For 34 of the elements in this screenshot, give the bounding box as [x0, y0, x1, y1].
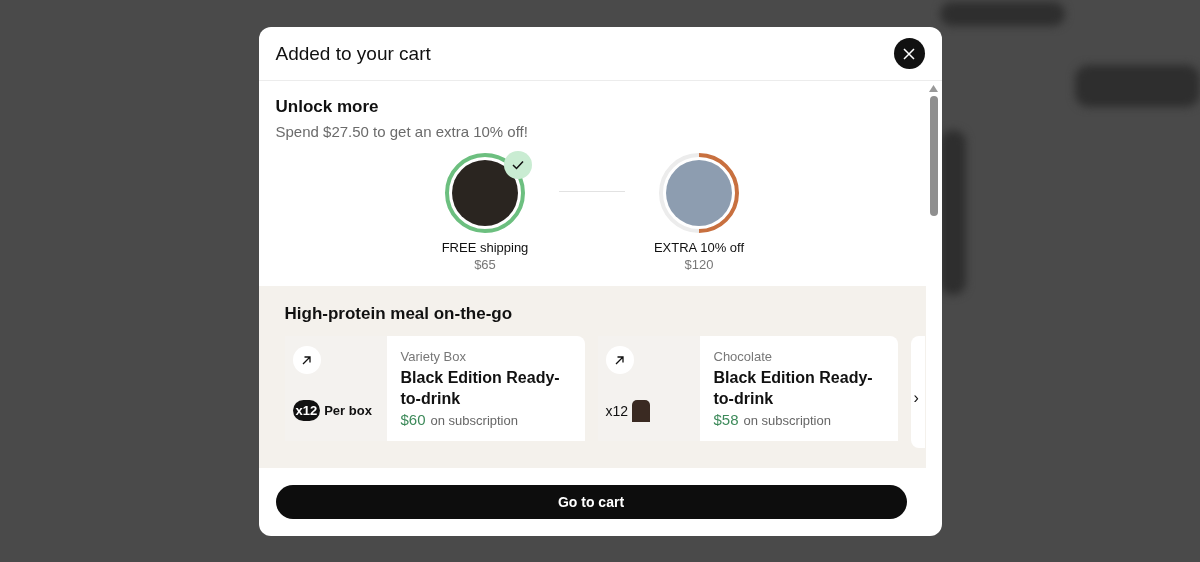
photo-placeholder [666, 160, 732, 226]
product-card[interactable]: x12 Per box Variety Box Black Edition Ready-to-drink $60 on subscription [284, 336, 585, 441]
bottle-drawing [632, 400, 651, 422]
milestone-label: EXTRA 10% off [653, 240, 745, 255]
section-title: Unlock more [275, 97, 380, 117]
price-note: on subscription [430, 413, 518, 428]
arrow-icon [301, 354, 312, 366]
close-icon [903, 47, 915, 60]
product-name: Black Edition Ready-to-drink [713, 368, 874, 409]
photo-placeholder [452, 160, 518, 226]
open-link-button[interactable] [292, 346, 321, 374]
arrow-icon [614, 354, 625, 366]
milestone-amount: $120 [684, 257, 714, 272]
product-price: $58 [713, 411, 739, 428]
product-price: $60 [400, 411, 426, 428]
product-name: Black Edition Ready-to-drink [400, 368, 561, 409]
scroll-up-icon[interactable] [929, 85, 938, 92]
close-button[interactable] [893, 38, 925, 69]
price-note: on subscription [743, 413, 831, 428]
milestone-amount: $65 [474, 257, 496, 272]
badge-note: Per box [324, 403, 372, 418]
next-button[interactable]: › [913, 389, 919, 407]
go-to-cart-button[interactable]: Go to cart [275, 485, 907, 519]
quantity-badge: x12 [292, 400, 321, 421]
milestone-label: FREE shipping [441, 240, 529, 255]
dialog-title: Added to your cart [275, 42, 431, 65]
product-variant: Variety Box [400, 349, 467, 364]
product-card[interactable]: x12 Chocolate Black Edition Ready-to-drink $58 on subscription [597, 336, 898, 441]
section-title: High-protein meal on-the-go [284, 304, 514, 324]
product-variant: Chocolate [713, 349, 774, 364]
scrollbar-thumb[interactable] [929, 96, 938, 216]
open-link-button[interactable] [605, 346, 634, 374]
quantity-label: x12 [605, 403, 629, 419]
unlock-message: Spend $27.50 to get an extra 10% off! [275, 123, 529, 140]
